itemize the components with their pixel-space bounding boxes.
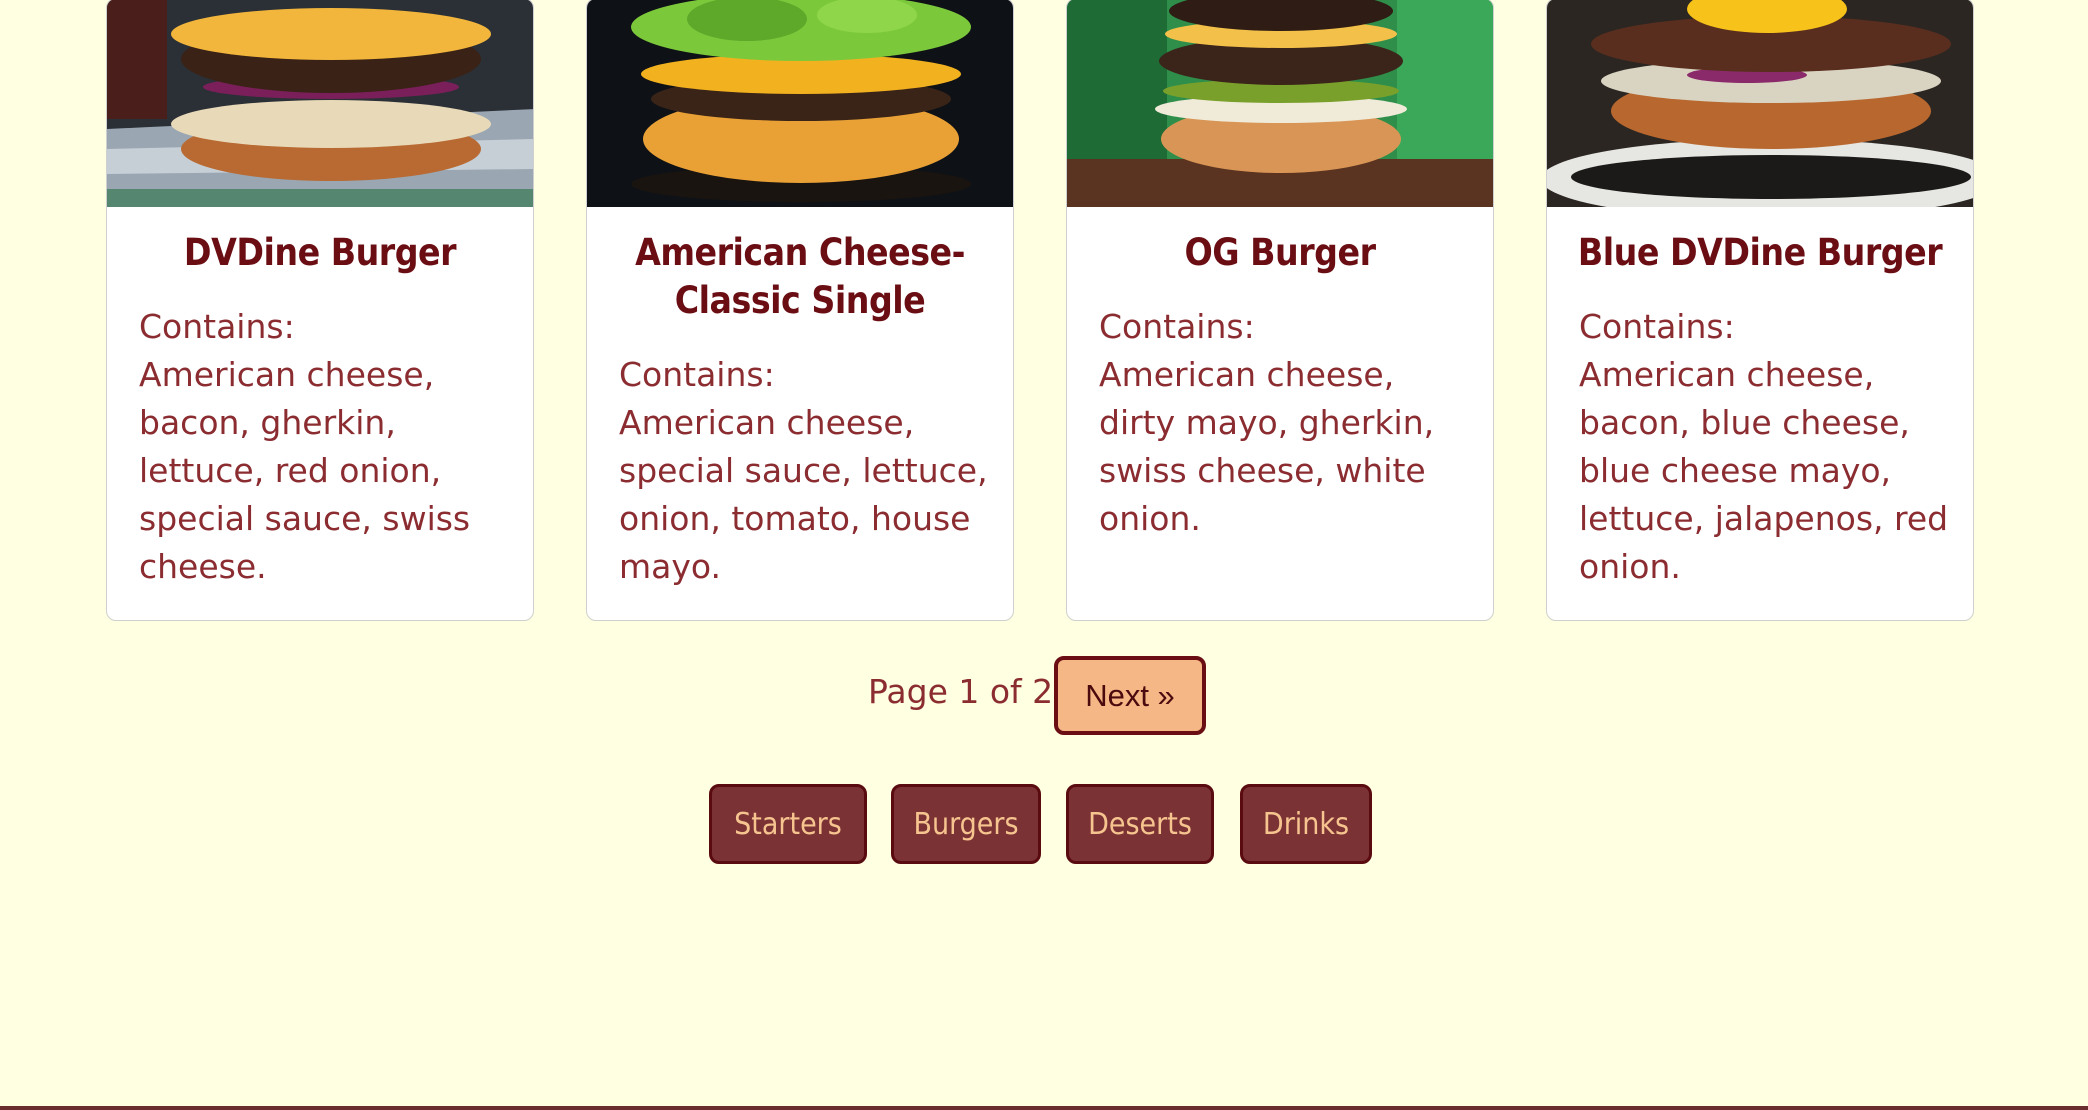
card-title: American Cheese- Classic Single xyxy=(605,229,995,325)
card-title: OG Burger xyxy=(1085,229,1475,277)
ingredients-text: American cheese, special sauce, lettuce,… xyxy=(619,403,988,586)
card-title-line: DVDine Burger xyxy=(183,231,457,274)
card-title-line: Classic Single xyxy=(674,279,926,322)
category-nav: Starters Burgers Deserts Drinks xyxy=(0,784,2088,866)
card-description: Contains: American cheese, special sauce… xyxy=(619,351,989,591)
card-description: Contains: American cheese, bacon, blue c… xyxy=(1579,303,1949,591)
contains-label: Contains: xyxy=(1579,307,1735,346)
contains-label: Contains: xyxy=(619,355,775,394)
contains-label: Contains: xyxy=(1099,307,1255,346)
card-title: Blue DVDine Burger xyxy=(1565,229,1955,277)
category-button-drinks[interactable]: Drinks xyxy=(1240,784,1372,864)
menu-cards: DVDine Burger Contains: American cheese,… xyxy=(0,0,2088,630)
pagination: Page 1 of 2 Next » xyxy=(0,656,2088,736)
burger-photo xyxy=(107,0,533,207)
category-button-deserts[interactable]: Deserts xyxy=(1066,784,1214,864)
menu-card-dvdine-burger[interactable]: DVDine Burger Contains: American cheese,… xyxy=(106,0,534,621)
card-title-line: American Cheese- xyxy=(635,231,965,274)
burger-photo xyxy=(1547,0,1973,207)
card-title-line: Blue DVDine Burger xyxy=(1577,231,1943,274)
card-description: Contains: American cheese, dirty mayo, g… xyxy=(1099,303,1469,543)
next-page-button[interactable]: Next » xyxy=(1054,656,1206,735)
ingredients-text: American cheese, bacon, gherkin, lettuce… xyxy=(139,355,471,586)
contains-label: Contains: xyxy=(139,307,295,346)
burger-photo xyxy=(1067,0,1493,207)
card-title-line: OG Burger xyxy=(1184,231,1376,274)
menu-card-og-burger[interactable]: OG Burger Contains: American cheese, dir… xyxy=(1066,0,1494,621)
category-button-burgers[interactable]: Burgers xyxy=(891,784,1041,864)
burger-photo xyxy=(587,0,1013,207)
ingredients-text: American cheese, dirty mayo, gherkin, sw… xyxy=(1099,355,1435,538)
card-title: DVDine Burger xyxy=(125,229,515,277)
menu-card-blue-dvdine-burger[interactable]: Blue DVDine Burger Contains: American ch… xyxy=(1546,0,1974,621)
footer-divider xyxy=(0,1106,2088,1110)
menu-card-american-cheese-classic-single[interactable]: American Cheese- Classic Single Contains… xyxy=(586,0,1014,621)
ingredients-text: American cheese, bacon, blue cheese, blu… xyxy=(1579,355,1949,586)
page-indicator: Page 1 of 2 xyxy=(868,672,1054,711)
category-button-starters[interactable]: Starters xyxy=(709,784,867,864)
card-description: Contains: American cheese, bacon, gherki… xyxy=(139,303,509,591)
